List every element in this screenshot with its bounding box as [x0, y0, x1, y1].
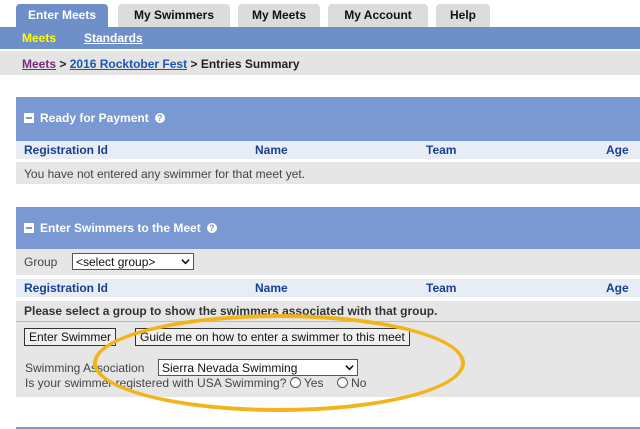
column-registration-id: Registration Id — [24, 143, 109, 157]
group-notice-row: Please select a group to show the swimme… — [16, 301, 640, 321]
help-icon[interactable]: ? — [206, 223, 217, 233]
ready-for-payment-title: Ready for Payment — [40, 111, 149, 125]
help-icon[interactable]: ? — [154, 113, 165, 123]
registered-question: Is your swimmer registered with USA Swim… — [25, 376, 287, 390]
tab-my-meets[interactable]: My Meets — [238, 4, 320, 27]
breadcrumb-separator: > — [59, 57, 67, 71]
subnav-standards-link[interactable]: Standards — [84, 31, 143, 45]
enter-swimmers-title: Enter Swimmers to the Meet — [40, 221, 201, 235]
association-select[interactable]: Sierra Nevada Swimming — [158, 359, 358, 376]
enter-swimmer-button[interactable]: Enter Swimmer — [24, 328, 117, 346]
breadcrumb-bar: Meets > 2016 Rocktober Fest > Entries Su… — [0, 51, 640, 75]
group-filter-row: Group <select group> — [16, 249, 640, 275]
ready-for-payment-header: Ready for Payment ? — [16, 97, 640, 141]
yes-label: Yes — [303, 376, 324, 390]
breadcrumb-meet-link[interactable]: 2016 Rocktober Fest — [70, 57, 187, 71]
group-select[interactable]: <select group> — [72, 253, 194, 270]
chevron-down-icon — [181, 259, 190, 265]
column-registration-id: Registration Id — [24, 281, 109, 295]
group-label: Group — [24, 255, 58, 269]
collapse-icon[interactable] — [24, 223, 34, 233]
chevron-down-icon — [345, 365, 354, 371]
empty-entries-row: You have not entered any swimmer for tha… — [16, 162, 640, 184]
enter-swimmers-header: Enter Swimmers to the Meet ? — [16, 207, 640, 249]
sub-navigation: Meets Standards — [0, 27, 640, 49]
group-select-value: <select group> — [76, 255, 156, 269]
no-radio[interactable] — [336, 377, 348, 388]
subnav-meets[interactable]: Meets — [22, 31, 56, 45]
ready-table-header: Registration Id Name Team Age — [16, 141, 640, 159]
empty-entries-message: You have not entered any swimmer for tha… — [24, 167, 306, 181]
breadcrumb-current: Entries Summary — [200, 57, 300, 71]
tab-help[interactable]: Help — [436, 4, 490, 27]
collapse-icon[interactable] — [24, 113, 34, 123]
swimmers-table-header: Registration Id Name Team Age — [16, 279, 640, 297]
column-name: Name — [255, 281, 288, 295]
group-notice: Please select a group to show the swimme… — [24, 304, 438, 318]
main-tab-bar: Enter Meets My Swimmers My Meets My Acco… — [0, 0, 640, 27]
no-label: No — [351, 376, 367, 390]
enter-swimmer-area: Enter Swimmer Guide me on how to enter a… — [16, 321, 640, 397]
column-age: Age — [606, 143, 629, 157]
column-team: Team — [426, 143, 457, 157]
breadcrumb: Meets > 2016 Rocktober Fest > Entries Su… — [22, 57, 300, 71]
yes-radio[interactable] — [289, 377, 301, 388]
guide-me-button[interactable]: Guide me on how to enter a swimmer to th… — [135, 328, 410, 346]
column-age: Age — [606, 281, 629, 295]
breadcrumb-separator: > — [190, 57, 198, 71]
association-select-value: Sierra Nevada Swimming — [162, 361, 298, 375]
column-team: Team — [426, 281, 457, 295]
association-label: Swimming Association — [25, 361, 145, 375]
breadcrumb-meets-link[interactable]: Meets — [22, 57, 56, 71]
tab-my-account[interactable]: My Account — [328, 4, 428, 27]
column-name: Name — [255, 143, 288, 157]
tab-my-swimmers[interactable]: My Swimmers — [118, 4, 230, 27]
registered-question-row: Is your swimmer registered with USA Swim… — [25, 376, 366, 390]
tab-enter-meets[interactable]: Enter Meets — [16, 4, 108, 27]
